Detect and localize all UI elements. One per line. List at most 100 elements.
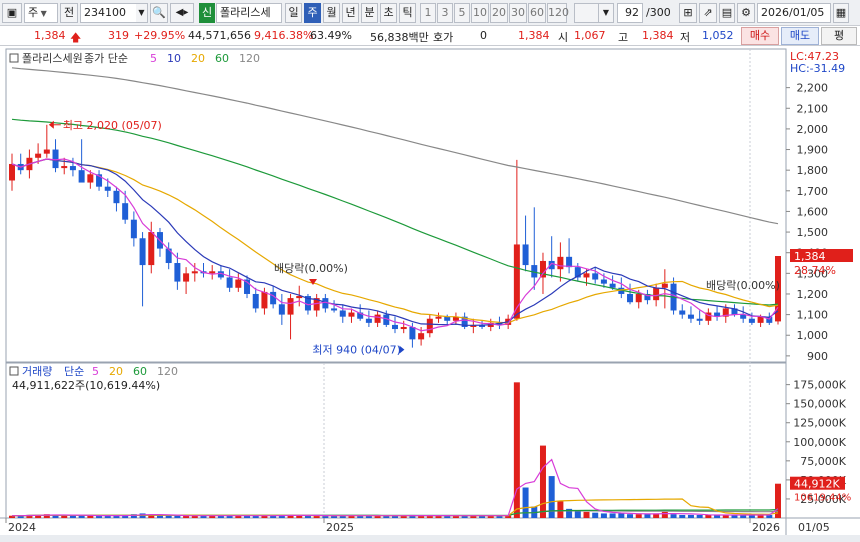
count-input[interactable]: 92 [617, 3, 643, 23]
candle-body [435, 316, 442, 319]
legend-square-icon [9, 366, 19, 376]
period-tab-4[interactable]: 분 [361, 3, 378, 23]
volume-bar [513, 382, 520, 518]
candle-body [609, 283, 616, 288]
candle-body [139, 238, 146, 266]
candle-body [687, 314, 694, 319]
x-label-date: 01/05 [798, 521, 830, 534]
candle-body [235, 279, 242, 288]
period-tab-1[interactable]: 주 [304, 3, 321, 23]
candle-body [392, 324, 398, 330]
prev-button[interactable]: 전 [60, 3, 78, 23]
calendar-icon[interactable]: ▦ [833, 3, 849, 23]
volume-bar [174, 515, 181, 518]
price-tick-label: 1,100 [797, 309, 829, 322]
volume-bar [583, 511, 590, 518]
price-tick-label: 2,200 [797, 82, 829, 95]
change-value: 319 [108, 29, 129, 42]
turnover-rate: 63.49% [310, 29, 352, 42]
toolbar: ▣ 주 ▼ 전 234100 ▼ 🔍 ◀▸ 신 폴라리스세 일주월년분초틱 13… [0, 0, 860, 26]
volume-tick-label: 175,000K [793, 379, 846, 392]
price-tick-label: 1,700 [797, 185, 829, 198]
candle-body [183, 273, 190, 282]
open-label: 시 [558, 31, 569, 44]
price-tick-label: 1,200 [797, 288, 829, 301]
volume-bar [557, 501, 564, 518]
price-tick-label: 1,600 [797, 205, 829, 218]
grid-tool-icon[interactable]: ⊞ [679, 3, 697, 23]
period-tab-3[interactable]: 년 [342, 3, 359, 23]
candle-body [627, 293, 634, 303]
search-icon[interactable]: 🔍 [150, 3, 168, 23]
ask-price: 1,384 [518, 29, 550, 42]
period-tab-0[interactable]: 일 [285, 3, 302, 23]
speaker-icon[interactable]: ◀▸ [170, 3, 194, 23]
sell-button[interactable]: 매도 [781, 27, 819, 45]
chart-window: ▣ 주 ▼ 전 234100 ▼ 🔍 ◀▸ 신 폴라리스세 일주월년분초틱 13… [0, 0, 860, 542]
candle-body [287, 298, 294, 315]
cursor-tool-icon[interactable]: ⇗ [699, 3, 717, 23]
volume-ma-legend-120: 120 [157, 365, 178, 378]
volume-bar [539, 445, 546, 518]
candle-body [226, 277, 233, 288]
stock-name-field[interactable]: 폴라리스세 [216, 3, 282, 23]
x-label-2024: 2024 [8, 521, 36, 534]
candle-body [35, 153, 42, 158]
quote-bar: 1,384 🡅 319 +29.95% 44,571,656 9,416.38%… [0, 26, 860, 46]
interval-tab-120[interactable]: 120 [547, 3, 569, 23]
volume-bar [69, 515, 76, 518]
low-note: 최저 940 (04/07) [312, 344, 401, 357]
buy-button[interactable]: 매수 [741, 27, 779, 45]
ma-legend-60: 60 [215, 52, 229, 65]
candle-body [365, 318, 372, 323]
ma-legend-label: 종가 단순 [84, 52, 128, 65]
interval-tab-20[interactable]: 20 [490, 3, 508, 23]
high-note: 최고 2,020 (05/07) [63, 119, 162, 132]
chart-area[interactable]: 2,200 2,100 2,000 1,900 1,800 1,700 1,600 1,500… [0, 47, 860, 542]
candle-body [374, 314, 381, 323]
volume-bar [670, 514, 677, 518]
candle-body [9, 163, 15, 181]
period-tab-5[interactable]: 초 [380, 3, 397, 23]
interval-tab-60[interactable]: 60 [528, 3, 546, 23]
candle-body [78, 170, 85, 183]
legend-square-icon [9, 53, 19, 63]
candle-body [174, 263, 181, 282]
volume-ma-legend-5: 5 [92, 365, 99, 378]
code-dropdown-icon[interactable]: ▼ [136, 3, 148, 23]
interval-tab-5[interactable]: 5 [454, 3, 470, 23]
volume-bar [574, 510, 581, 518]
candle-body [331, 308, 338, 311]
volume-ma-legend-60: 60 [133, 365, 147, 378]
window-icon[interactable]: ▣ [2, 3, 22, 23]
save-icon[interactable]: ▤ [719, 3, 735, 23]
volume-bar [61, 515, 68, 518]
spin-icon[interactable]: ▼ [598, 3, 614, 23]
interval-tab-1[interactable]: 1 [420, 3, 436, 23]
candle-body [148, 232, 155, 266]
type-select[interactable]: 주 ▼ [24, 3, 58, 23]
low-value: 1,052 [702, 29, 734, 42]
candle-body [113, 190, 120, 204]
volume-bar [635, 514, 642, 518]
current-volume-pct: 10619.44% [794, 493, 851, 504]
date-input[interactable]: 2026/01/05 [757, 3, 831, 23]
settings-gear-icon[interactable]: ⚙ [737, 3, 755, 23]
interval-tab-10[interactable]: 10 [471, 3, 489, 23]
count-total: /300 [646, 6, 671, 19]
volume-tick-label: 75,000K [800, 455, 846, 468]
candle-body [122, 203, 129, 220]
interval-tab-30[interactable]: 30 [509, 3, 527, 23]
period-tab-2[interactable]: 월 [323, 3, 340, 23]
interval-tab-3[interactable]: 3 [437, 3, 453, 23]
candle-body [270, 291, 277, 305]
candle-body [557, 256, 564, 270]
low-label: 저 [680, 31, 691, 44]
candle-body [661, 283, 668, 288]
candle-body [400, 326, 407, 330]
candle-body [52, 149, 59, 169]
volume-total: 44,911,622주(10,619.44%) [12, 379, 160, 392]
candle-body [653, 287, 660, 301]
average-button[interactable]: 평 [821, 27, 857, 45]
period-tab-6[interactable]: 틱 [399, 3, 416, 23]
